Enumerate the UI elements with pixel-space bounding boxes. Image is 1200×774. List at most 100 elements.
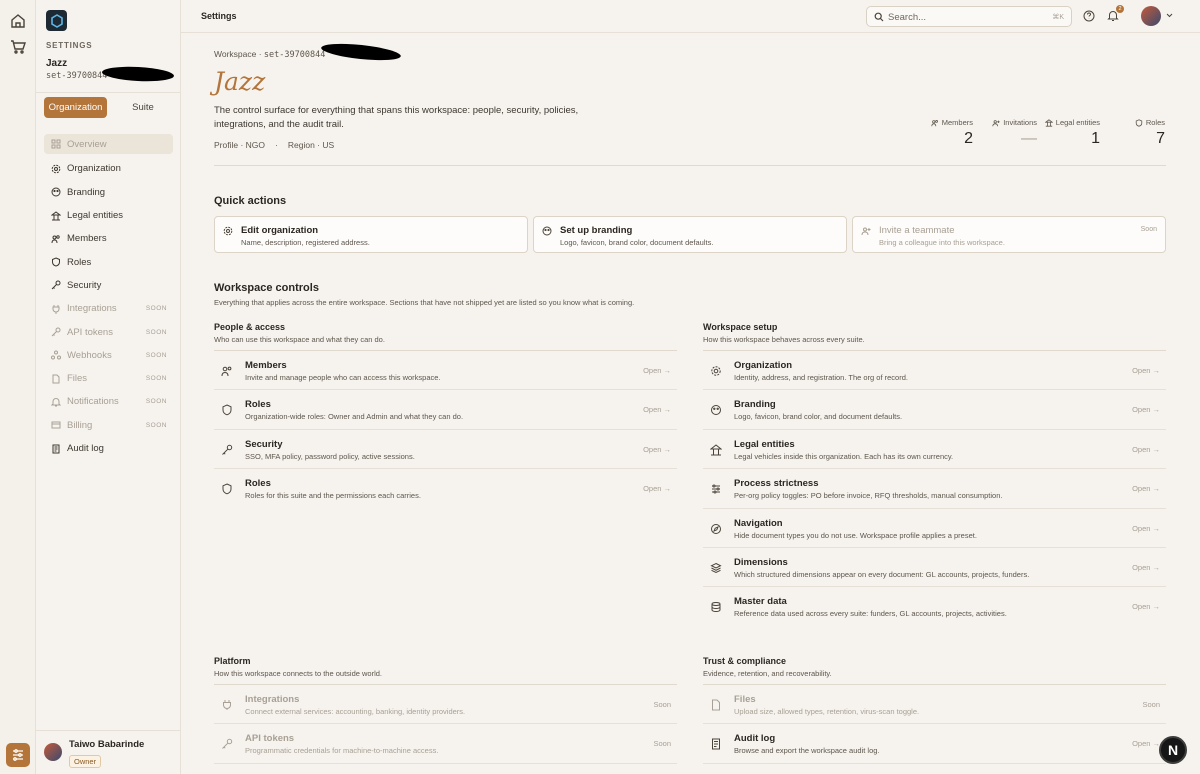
- group-title: Workspace setup: [703, 322, 778, 332]
- stat-legal-entities: Legal entities 1: [1044, 118, 1100, 148]
- open-link[interactable]: Open →: [1132, 524, 1160, 533]
- sidebar-item-notifications[interactable]: Notifications SOON: [44, 390, 173, 413]
- open-link[interactable]: Open →: [1132, 739, 1160, 748]
- control-row-security[interactable]: Security SSO, MFA policy, password policy…: [214, 430, 677, 470]
- open-link[interactable]: Open →: [643, 405, 671, 414]
- search-input[interactable]: Search... ⌘K: [866, 6, 1072, 27]
- icon-rail: [0, 0, 36, 774]
- row-desc: Upload size, allowed types, retention, v…: [734, 707, 920, 716]
- assistant-fab-button[interactable]: N: [1159, 736, 1187, 764]
- open-link[interactable]: Open →: [1132, 445, 1160, 454]
- layers-icon: [710, 562, 722, 574]
- control-row-branding[interactable]: Branding Logo, favicon, brand color, and …: [703, 390, 1166, 430]
- chevron-down-icon[interactable]: [1166, 13, 1173, 18]
- sidebar-item-billing[interactable]: Billing SOON: [44, 414, 173, 437]
- open-link[interactable]: Open →: [1132, 484, 1160, 493]
- bell-icon: [51, 397, 61, 407]
- tab-suite[interactable]: Suite: [114, 97, 172, 118]
- sidebar-item-legal-entities[interactable]: Legal entities: [44, 204, 173, 227]
- control-row-organization[interactable]: Organization Identity, address, and regis…: [703, 351, 1166, 391]
- sidebar-item-files[interactable]: Files SOON: [44, 367, 173, 390]
- webhook-icon: [51, 350, 61, 360]
- open-link[interactable]: Open →: [1132, 405, 1160, 414]
- soon-badge: Soon: [1140, 226, 1157, 233]
- control-row-audit-log[interactable]: Audit log Browse and export the workspace…: [703, 724, 1166, 764]
- sidebar-item-security[interactable]: Security: [44, 274, 173, 297]
- palette-icon: [51, 187, 61, 197]
- sidebar-item-label: Overview: [67, 138, 107, 150]
- control-row-roles[interactable]: Roles Organization-wide roles: Owner and …: [214, 390, 677, 430]
- open-link[interactable]: Open →: [643, 484, 671, 493]
- app-logo[interactable]: [46, 10, 67, 31]
- row-title: Branding: [734, 399, 776, 411]
- open-link[interactable]: Open →: [1132, 602, 1160, 611]
- home-icon[interactable]: [9, 12, 27, 30]
- sidebar-item-webhooks[interactable]: Webhooks SOON: [44, 344, 173, 367]
- users-icon: [51, 235, 60, 243]
- breadcrumb: Workspace · set-39700844: [214, 49, 325, 60]
- breadcrumb-id: set-39700844: [263, 50, 326, 60]
- sidebar-item-api-tokens[interactable]: API tokens SOON: [44, 320, 173, 343]
- plug-icon: [52, 304, 60, 314]
- search-shortcut: ⌘K: [1052, 14, 1064, 21]
- sidebar-item-overview[interactable]: Overview: [44, 134, 173, 154]
- control-row-files: Files Upload size, allowed types, retenti…: [703, 685, 1166, 725]
- tab-organization[interactable]: Organization: [44, 97, 107, 118]
- quick-action-set-up-branding[interactable]: Set up branding Logo, favicon, brand col…: [533, 216, 847, 253]
- control-row-legal-entities[interactable]: Legal entities Legal vehicles inside this…: [703, 430, 1166, 470]
- group-people-access: People & access Who can use this workspa…: [214, 322, 677, 509]
- open-link[interactable]: Open →: [643, 445, 671, 454]
- quick-action-edit-organization[interactable]: Edit organization Name, description, reg…: [214, 216, 528, 253]
- control-row-dimensions[interactable]: Dimensions Which structured dimensions ap…: [703, 548, 1166, 588]
- settings-sidebar: SETTINGS Jazz set-39700844 Organization …: [36, 0, 181, 774]
- fab-label: N: [1167, 742, 1179, 758]
- search-placeholder: Search...: [888, 12, 927, 23]
- workspace-name: Jazz: [46, 58, 68, 69]
- row-title: Roles: [245, 399, 271, 411]
- notification-count: 2: [1116, 5, 1124, 13]
- open-link[interactable]: Open →: [1132, 366, 1160, 375]
- soon-badge: SOON: [145, 375, 167, 383]
- cart-icon[interactable]: [9, 38, 27, 56]
- sidebar-item-label: Notifications: [67, 396, 119, 408]
- quick-action-desc: Bring a colleague into this workspace.: [879, 238, 1005, 247]
- row-title: Dimensions: [734, 556, 788, 568]
- key-icon: [51, 327, 61, 337]
- sidebar-item-roles[interactable]: Roles: [44, 250, 173, 273]
- audit-log-icon: [52, 444, 60, 453]
- help-icon[interactable]: [1083, 10, 1095, 22]
- row-desc: Invite and manage people who can access …: [245, 373, 441, 382]
- control-row-navigation[interactable]: Navigation Hide document types you do not…: [703, 509, 1166, 548]
- sidebar-item-organization[interactable]: Organization: [44, 157, 173, 180]
- control-row-master-data[interactable]: Master data Reference data used across ev…: [703, 587, 1166, 626]
- open-link[interactable]: Open →: [1132, 563, 1160, 572]
- sliders-icon: [712, 484, 720, 494]
- stat-value: 7: [1156, 130, 1165, 147]
- control-row-process-strictness[interactable]: Process strictness Per-org policy toggles…: [703, 469, 1166, 509]
- sidebar-item-branding[interactable]: Branding: [44, 181, 173, 204]
- control-row-members[interactable]: Members Invite and manage people who can …: [214, 351, 677, 391]
- stat-value: —: [1021, 130, 1037, 147]
- plug-icon: [223, 700, 231, 710]
- palette-icon: [542, 226, 552, 236]
- quick-action-desc: Logo, favicon, brand color, document def…: [560, 238, 714, 247]
- settings-sliders-button[interactable]: [6, 743, 30, 767]
- user-avatar-menu[interactable]: [1141, 6, 1161, 26]
- group-workspace-setup: Workspace setup How this workspace behav…: [703, 322, 1166, 627]
- sidebar-item-audit-log[interactable]: Audit log: [44, 437, 173, 460]
- stat-value: 2: [964, 130, 973, 147]
- stat-invitations: Invitations —: [992, 118, 1037, 148]
- row-desc: Legal vehicles inside this organization.…: [734, 451, 954, 461]
- sliders-icon: [13, 749, 23, 761]
- sidebar-item-members[interactable]: Members: [44, 227, 173, 250]
- settings-main: Workspace · set-39700844 Jazz The contro…: [181, 33, 1200, 774]
- control-row-api-tokens: API tokens Programmatic credentials for m…: [214, 724, 677, 764]
- search-icon: [874, 12, 884, 22]
- profile-meta: Profile · NGO: [214, 140, 266, 150]
- open-link[interactable]: Open →: [643, 366, 671, 375]
- control-row-suite-roles[interactable]: Roles Roles for this suite and the permis…: [214, 469, 677, 508]
- sidebar-item-integrations[interactable]: Integrations SOON: [44, 297, 173, 320]
- group-title: Trust & compliance: [703, 656, 787, 666]
- palette-icon: [711, 405, 721, 416]
- row-desc: Roles for this suite and the permissions…: [245, 491, 421, 501]
